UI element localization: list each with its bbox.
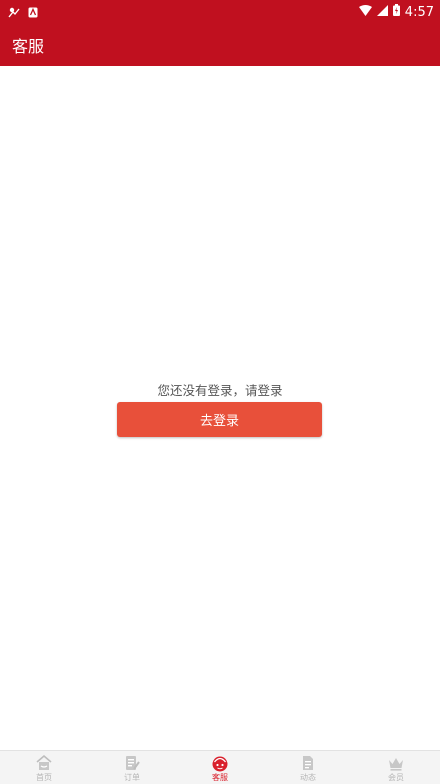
nav-label-news: 动态 <box>300 773 316 782</box>
nav-item-order[interactable]: 订单 <box>88 751 176 784</box>
nav-item-service[interactable]: 客服 <box>176 751 264 784</box>
app-screen: 4:57 客服 您还没有登录，请登录 去登录 首页 订单 客服 动态 会员 <box>0 0 440 784</box>
order-icon <box>126 756 140 770</box>
status-right-icons: 4:57 <box>358 4 434 20</box>
status-bar: 4:57 <box>0 0 440 24</box>
nav-item-home[interactable]: 首页 <box>0 751 88 784</box>
bottom-nav: 首页 订单 客服 动态 会员 <box>0 750 440 784</box>
status-left-icons <box>8 3 38 22</box>
app-bar: 客服 <box>0 24 440 66</box>
news-icon <box>303 756 313 770</box>
login-prompt-text: 您还没有登录，请登录 <box>157 383 283 398</box>
status-time: 4:57 <box>404 4 434 20</box>
sim-card-icon <box>28 3 38 22</box>
main-content: 您还没有登录，请登录 去登录 <box>0 66 440 750</box>
wifi-icon <box>358 4 372 20</box>
nav-label-service: 客服 <box>212 773 228 782</box>
nav-label-order: 订单 <box>124 773 140 782</box>
service-icon <box>212 756 228 772</box>
login-button[interactable]: 去登录 <box>117 402 322 437</box>
crown-icon <box>389 758 403 771</box>
nav-item-news[interactable]: 动态 <box>264 751 352 784</box>
signal-icon <box>376 4 388 20</box>
nav-label-member: 会员 <box>388 773 404 782</box>
battery-icon <box>392 4 400 20</box>
page-title: 客服 <box>12 37 45 56</box>
home-icon <box>36 754 52 770</box>
notification-app-icon <box>8 3 20 22</box>
nav-label-home: 首页 <box>36 773 52 782</box>
nav-item-member[interactable]: 会员 <box>352 751 440 784</box>
